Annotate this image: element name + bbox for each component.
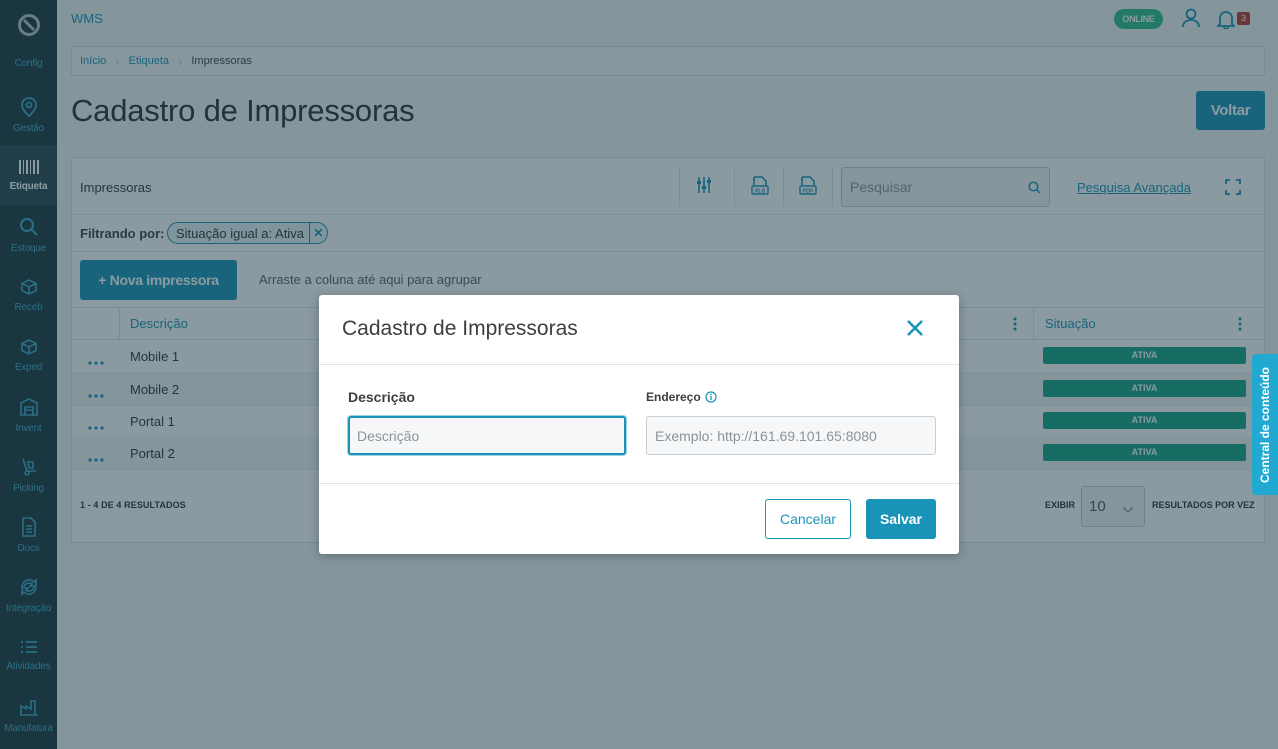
dialog-title: Cadastro de Impressoras — [342, 317, 578, 340]
address-field[interactable] — [646, 416, 936, 455]
cancel-button[interactable]: Cancelar — [765, 499, 851, 539]
address-label-group: Endereço — [646, 390, 717, 404]
info-icon[interactable] — [705, 391, 717, 403]
content-center-label: Central de conteúdo — [1258, 366, 1272, 483]
divider — [319, 364, 959, 365]
description-field[interactable] — [348, 416, 626, 455]
save-button[interactable]: Salvar — [866, 499, 936, 539]
divider — [319, 483, 959, 484]
close-icon[interactable] — [906, 319, 924, 342]
description-label: Descrição — [348, 389, 415, 405]
address-label: Endereço — [646, 390, 701, 404]
printer-dialog: Cadastro de Impressoras Descrição Endere… — [319, 295, 959, 554]
content-center-tab[interactable]: Central de conteúdo — [1252, 354, 1278, 495]
